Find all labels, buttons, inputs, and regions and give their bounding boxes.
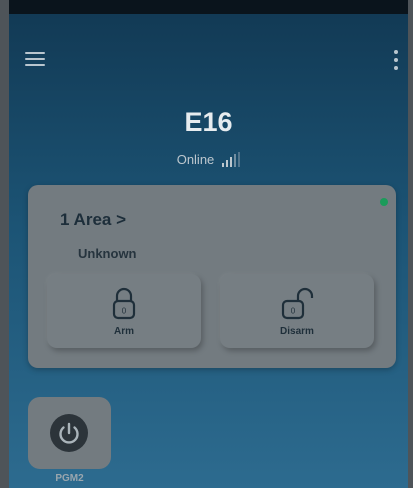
lock-closed-icon: 0 [112, 287, 136, 320]
more-vert-dot [394, 66, 398, 70]
disarm-button[interactable]: 0 Disarm [220, 274, 374, 348]
power-icon [59, 422, 79, 444]
disarm-label: Disarm [280, 326, 314, 337]
arm-button[interactable]: 0 Arm [47, 274, 201, 348]
hamburger-line [25, 58, 45, 60]
app-screen: E16 Online 1 Area > Unknown 0 Arm 0 Disa… [0, 0, 413, 488]
lock-open-icon: 0 [281, 287, 314, 320]
status-bar [0, 0, 413, 14]
more-vert-icon [394, 50, 398, 54]
more-options-button[interactable] [390, 50, 402, 72]
area-title-link[interactable]: 1 Area > [60, 210, 126, 230]
area-card: 1 Area > Unknown 0 Arm 0 Disarm [28, 185, 396, 368]
disarm-badge: 0 [291, 307, 296, 316]
pgm2-tile[interactable] [28, 397, 111, 469]
device-status: Online [9, 151, 408, 167]
hamburger-icon [25, 52, 45, 54]
pgm2-label: PGM2 [55, 473, 84, 484]
hamburger-line [25, 64, 45, 66]
more-vert-dot [394, 58, 398, 62]
signal-bars-icon [222, 151, 241, 167]
app-content: E16 Online 1 Area > Unknown 0 Arm 0 Disa… [9, 14, 408, 488]
window-frame-left [0, 0, 9, 488]
window-frame-right [408, 0, 413, 488]
arm-label: Arm [113, 326, 134, 337]
device-name: E16 [184, 107, 233, 137]
arm-badge: 0 [122, 307, 127, 316]
area-status-indicator [380, 198, 388, 206]
area-state: Unknown [78, 246, 137, 261]
connection-status: Online [176, 152, 215, 167]
menu-button[interactable] [25, 52, 47, 70]
power-button[interactable] [50, 414, 88, 452]
